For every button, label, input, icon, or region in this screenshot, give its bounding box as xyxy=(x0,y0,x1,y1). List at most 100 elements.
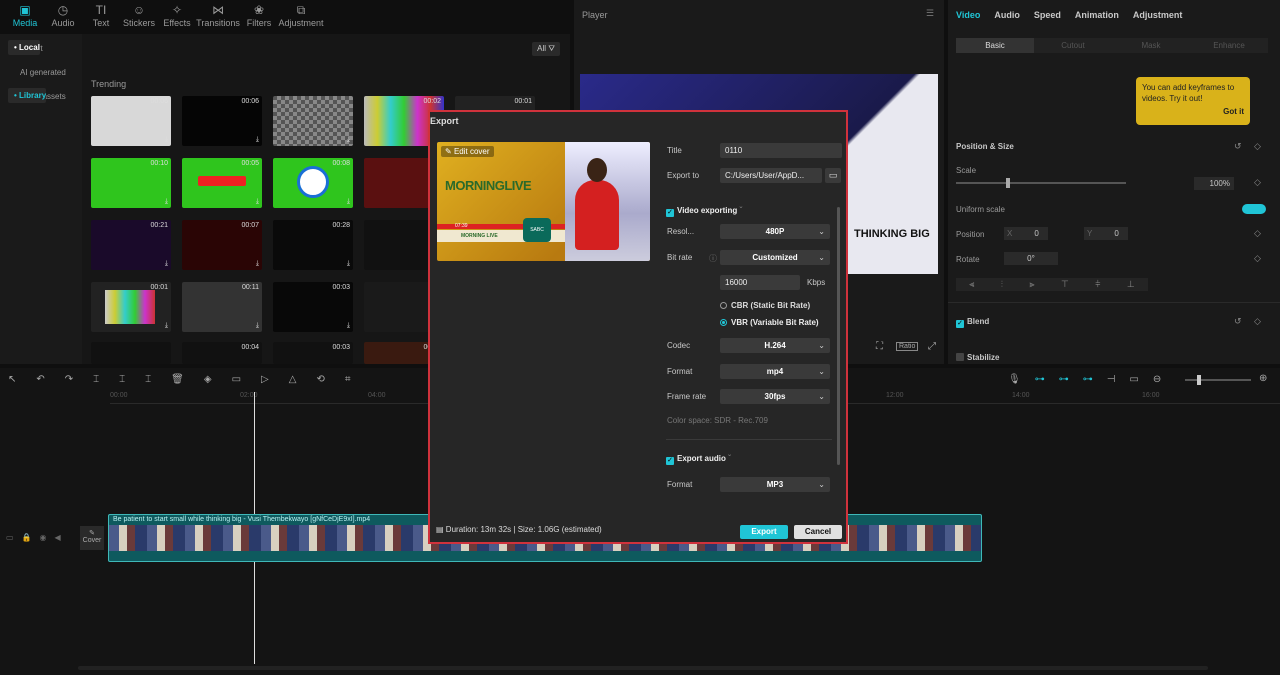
keyframe-icon[interactable]: ◇ xyxy=(1254,177,1261,188)
blend-heading[interactable]: ✓ Blend xyxy=(956,317,989,328)
audio-export-checkbox[interactable]: ✓ xyxy=(666,457,674,465)
download-icon[interactable]: ⤓ xyxy=(165,260,168,268)
tab-effects[interactable]: ✧ Effects xyxy=(158,0,196,34)
tab-stickers[interactable]: ☺ Stickers xyxy=(120,0,158,34)
mirror-icon[interactable]: △ xyxy=(289,374,297,385)
play-icon[interactable]: ▷ xyxy=(261,374,269,385)
keyframe-icon[interactable]: ◇ xyxy=(1254,141,1261,152)
nav-local[interactable]: • Local xyxy=(8,40,40,55)
cancel-button[interactable]: Cancel xyxy=(794,525,842,539)
vbr-option[interactable]: VBR (Variable Bit Rate) xyxy=(720,318,819,327)
split-left-icon[interactable]: ⌶ xyxy=(119,374,125,385)
video-exporting-heading[interactable]: ✓ Video exporting ˇ xyxy=(666,206,742,217)
media-thumb[interactable] xyxy=(91,342,171,364)
bitrate-input[interactable]: 16000 xyxy=(720,275,800,290)
tab-adjustment[interactable]: Adjustment xyxy=(1133,10,1183,20)
split-icon[interactable]: ⌶ xyxy=(93,374,99,385)
cover-button[interactable]: ✎ Cover xyxy=(80,526,104,550)
download-icon[interactable]: ⤓ xyxy=(165,322,168,330)
export-button[interactable]: Export xyxy=(740,525,788,539)
codec-select[interactable]: H.264 ⌄ xyxy=(720,338,830,353)
tab-animation[interactable]: Animation xyxy=(1075,10,1119,20)
uniform-scale-toggle[interactable] xyxy=(1242,204,1266,214)
dialog-scrollbar[interactable] xyxy=(837,207,840,465)
marker-icon[interactable]: ◈ xyxy=(204,374,212,385)
tab-audio[interactable]: ◷ Audio xyxy=(44,0,82,34)
magnet-icon[interactable]: ⊶ xyxy=(1059,374,1069,385)
reset-icon[interactable]: ↺ xyxy=(1234,316,1242,327)
horizontal-scrollbar[interactable] xyxy=(78,666,1208,670)
zoom-slider[interactable] xyxy=(1185,375,1251,385)
blend-checkbox[interactable]: ✓ xyxy=(956,320,964,328)
stabilize-heading[interactable]: Stabilize xyxy=(956,353,999,362)
cbr-option[interactable]: CBR (Static Bit Rate) xyxy=(720,301,810,310)
keyframe-icon[interactable]: ◇ xyxy=(1254,316,1261,327)
bitrate-select[interactable]: Customized ⌄ xyxy=(720,250,830,265)
subtab-mask[interactable]: Mask xyxy=(1112,38,1190,53)
stabilize-checkbox[interactable] xyxy=(956,353,964,361)
keyframe-icon[interactable]: ◇ xyxy=(1254,228,1261,239)
folder-icon[interactable]: ▭ xyxy=(825,168,841,183)
zoom-out-icon[interactable]: ⊖ xyxy=(1153,374,1161,385)
download-icon[interactable]: ⤓ xyxy=(256,322,259,330)
position-y-input[interactable]: Y0 xyxy=(1084,227,1128,240)
freeze-icon[interactable]: ▭ xyxy=(232,374,241,385)
media-thumb[interactable]: ⤓ xyxy=(273,96,353,146)
cbr-radio[interactable] xyxy=(720,302,727,309)
export-audio-heading[interactable]: ✓ Export audio ˇ xyxy=(666,454,731,465)
tab-transitions[interactable]: ⋈ Transitions xyxy=(196,0,240,34)
tab-speed[interactable]: Speed xyxy=(1034,10,1061,20)
link-icon[interactable]: ⊶ xyxy=(1035,374,1045,385)
scale-slider[interactable] xyxy=(956,178,1126,188)
snap-icon[interactable]: ⊶ xyxy=(1083,374,1093,385)
audio-format-select[interactable]: MP3 ⌄ xyxy=(720,477,830,492)
scale-value[interactable]: 100% xyxy=(1194,177,1234,190)
media-thumb[interactable]: 00:07 ⤓ xyxy=(182,220,262,270)
tab-adjustment[interactable]: ⧉ Adjustment xyxy=(278,0,324,34)
align-center-icon[interactable]: ⫶ xyxy=(1001,278,1003,291)
align-bottom-icon[interactable]: ⊥ xyxy=(1127,278,1135,291)
keyframe-icon[interactable]: ◇ xyxy=(1254,253,1261,264)
download-icon[interactable]: ⤓ xyxy=(165,198,168,206)
filter-dropdown[interactable]: All ⛛ xyxy=(532,42,560,56)
cover-preview[interactable]: MORNINGLIVE 07:39 MORNING LIVE SABC ✎ Ed… xyxy=(437,142,650,261)
media-thumb[interactable]: 00:03 xyxy=(273,342,353,364)
media-thumb[interactable]: 00:28 ⤓ xyxy=(273,220,353,270)
zoom-in-icon[interactable]: ⊕ xyxy=(1259,373,1267,384)
slider-handle[interactable] xyxy=(1006,178,1010,188)
select-icon[interactable]: ↖ xyxy=(8,374,16,385)
subtab-basic[interactable]: Basic xyxy=(956,38,1034,53)
reset-icon[interactable]: ↺ xyxy=(1234,141,1242,152)
video-export-checkbox[interactable]: ✓ xyxy=(666,209,674,217)
format-select[interactable]: mp4 ⌄ xyxy=(720,364,830,379)
download-icon[interactable]: ⤓ xyxy=(256,260,259,268)
download-icon[interactable]: ⤓ xyxy=(347,322,350,330)
redo-icon[interactable]: ↷ xyxy=(65,374,73,385)
tab-audio[interactable]: Audio xyxy=(994,10,1020,20)
ratio-button[interactable]: Ratio xyxy=(896,342,919,351)
media-thumb[interactable]: 00:08 ⤓ xyxy=(273,158,353,208)
align-left-icon[interactable]: ⫷ xyxy=(969,278,974,291)
preview-icon[interactable]: ▭ xyxy=(1129,374,1138,385)
fullscreen-icon[interactable]: ⤢ xyxy=(928,341,936,352)
subtab-cutout[interactable]: Cutout xyxy=(1034,38,1112,53)
help-icon[interactable]: ⓘ xyxy=(709,253,717,264)
align-top-icon[interactable]: ⊤ xyxy=(1061,278,1069,291)
media-thumb[interactable]: 00:04 xyxy=(182,342,262,364)
tab-text[interactable]: TI Text xyxy=(82,0,120,34)
resolution-select[interactable]: 480P ⌄ xyxy=(720,224,830,239)
tab-video[interactable]: Video xyxy=(956,10,980,20)
media-thumb[interactable]: 00:03 ⤓ xyxy=(273,282,353,332)
tab-filters[interactable]: ❀ Filters xyxy=(240,0,278,34)
edit-cover-button[interactable]: ✎ Edit cover xyxy=(441,146,494,157)
tab-media[interactable]: ▣ Media xyxy=(6,0,44,34)
align-middle-icon[interactable]: ⫩ xyxy=(1095,278,1100,291)
nav-library[interactable]: • Library xyxy=(8,88,47,103)
split-right-icon[interactable]: ⌶ xyxy=(145,374,151,385)
undo-icon[interactable]: ↶ xyxy=(36,374,44,385)
zoom-handle[interactable] xyxy=(1197,375,1201,385)
download-icon[interactable]: ⤓ xyxy=(256,198,259,206)
media-thumb[interactable]: 00:05 ⤓ xyxy=(182,158,262,208)
got-it-button[interactable]: Got it xyxy=(1142,106,1244,117)
download-icon[interactable]: ⤓ xyxy=(347,260,350,268)
